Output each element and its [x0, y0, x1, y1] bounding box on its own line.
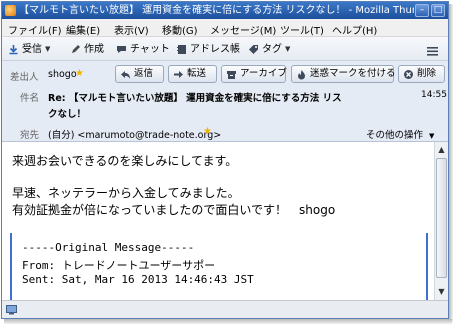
- window-shadow-right: [449, 4, 453, 322]
- forward-label: 転送: [187, 68, 207, 79]
- compose-button[interactable]: 作成: [70, 42, 104, 57]
- star-icon[interactable]: ★: [75, 68, 84, 79]
- message-window: 【マルモト言いたい放題】 運用資金を確実に倍にする方法 リスクなし！ - Moz…: [1, 1, 449, 319]
- other-actions-label: その他の操作: [366, 130, 424, 141]
- quoted-message: -----Original Message----- From: トレードノート…: [10, 233, 428, 300]
- other-actions-button[interactable]: その他の操作 ▼: [366, 127, 434, 141]
- menu-view[interactable]: 表示(V): [114, 22, 149, 37]
- body-line: 来週お会いできるのを楽しみにしてます。: [12, 154, 238, 168]
- hamburger-menu-icon: [426, 45, 439, 57]
- download-icon: [8, 44, 19, 55]
- thunderbird-icon: [5, 5, 16, 16]
- junk-button[interactable]: 迷惑マークを付ける: [291, 65, 396, 83]
- main-toolbar: 受信 ▼ 作成 チャット アドレス帳 タグ ▼: [2, 37, 448, 61]
- chevron-down-icon: ▼: [429, 132, 435, 140]
- receive-label: 受信: [22, 44, 42, 55]
- delete-icon: [403, 69, 414, 80]
- body-line: 有効証拠金が倍になっていましたので面白いです！ shogo: [12, 203, 336, 217]
- from-value[interactable]: shogo: [48, 69, 77, 80]
- delete-button[interactable]: 削除: [398, 65, 445, 83]
- menu-go[interactable]: 移動(G): [162, 22, 198, 37]
- archive-button[interactable]: アーカイブ: [221, 65, 287, 83]
- addressbook-button[interactable]: アドレス帳: [176, 42, 240, 57]
- vertical-scrollbar[interactable]: ▲ ▼: [434, 142, 448, 300]
- to-value[interactable]: (自分) <marumoto@trade-note.org>: [48, 127, 221, 141]
- compose-label: 作成: [84, 44, 104, 55]
- star-icon[interactable]: ★: [203, 126, 212, 137]
- chat-label: チャット: [130, 44, 170, 55]
- scroll-up-arrow-icon[interactable]: ▲: [435, 143, 448, 157]
- menu-message[interactable]: メッセージ(M): [210, 22, 276, 37]
- menu-bar: ファイル(F) 編集(E) 表示(V) 移動(G) メッセージ(M) ツール(T…: [2, 19, 448, 37]
- scroll-thumb[interactable]: [436, 158, 447, 278]
- pencil-icon: [70, 44, 81, 55]
- title-bar[interactable]: 【マルモト言いたい放題】 運用資金を確実に倍にする方法 リスクなし！ - Moz…: [2, 2, 448, 19]
- addressbook-label: アドレス帳: [190, 44, 240, 55]
- flame-icon: [296, 69, 307, 80]
- reply-button[interactable]: 返信: [115, 65, 164, 83]
- quote-line: Sent: Sat, Mar 16 2013 14:46:43 JST: [22, 273, 254, 286]
- forward-button[interactable]: 転送: [168, 65, 217, 83]
- menu-help[interactable]: ヘルプ(H): [332, 22, 377, 37]
- subject-line-1: Re: 【マルモト言いたい放題】 運用資金を確実に倍にする方法 リス: [48, 93, 342, 104]
- reply-label: 返信: [134, 68, 154, 79]
- message-body[interactable]: 来週お会いできるのを楽しみにしてます。 早速、ネッテラーから入金してみました。 …: [2, 142, 434, 300]
- scroll-down-arrow-icon[interactable]: ▼: [435, 285, 448, 299]
- message-time: 14:55: [421, 90, 447, 100]
- window-shadow-bottom: [4, 319, 452, 324]
- app-menu-button[interactable]: [426, 43, 442, 58]
- message-header: 差出人 shogo ★ 返信 転送 アーカイブ 迷惑マークを付ける 削除 件名 …: [2, 61, 448, 142]
- receive-button[interactable]: 受信 ▼: [8, 42, 50, 57]
- from-label: 差出人: [10, 72, 39, 83]
- chevron-down-icon[interactable]: ▼: [45, 42, 50, 57]
- reply-icon: [120, 69, 131, 80]
- archive-icon: [226, 69, 237, 80]
- menu-file[interactable]: ファイル(F): [8, 22, 62, 37]
- archive-label: アーカイブ: [240, 68, 287, 79]
- quote-line: -----Original Message-----: [22, 241, 195, 254]
- tag-button[interactable]: タグ ▼: [248, 42, 290, 57]
- addressbook-icon: [176, 44, 187, 55]
- delete-label: 削除: [417, 68, 437, 79]
- chat-icon: [116, 44, 127, 55]
- subject-label: 件名: [20, 93, 40, 104]
- chat-button[interactable]: チャット: [116, 42, 170, 57]
- chevron-down-icon: ▼: [285, 45, 291, 53]
- menu-edit[interactable]: 編集(E): [66, 22, 100, 37]
- subject-line-2: クなし！: [48, 109, 87, 120]
- tag-icon: [248, 44, 259, 55]
- minimize-button[interactable]: –: [415, 4, 429, 17]
- network-status-icon[interactable]: [6, 304, 17, 315]
- status-bar: [2, 300, 448, 318]
- junk-label: 迷惑マークを付ける: [310, 68, 396, 79]
- window-title: 【マルモト言いたい放題】 運用資金を確実に倍にする方法 リスクなし！ - Moz…: [19, 5, 414, 16]
- tag-label: タグ: [262, 44, 282, 55]
- body-line: 早速、ネッテラーから入金してみました。: [12, 186, 240, 200]
- forward-icon: [173, 69, 184, 80]
- maximize-button[interactable]: □: [431, 4, 445, 17]
- quote-line: From: トレードノートユーザーサポー: [22, 259, 216, 272]
- menu-tools[interactable]: ツール(T): [280, 22, 324, 37]
- to-label: 宛先: [20, 130, 40, 141]
